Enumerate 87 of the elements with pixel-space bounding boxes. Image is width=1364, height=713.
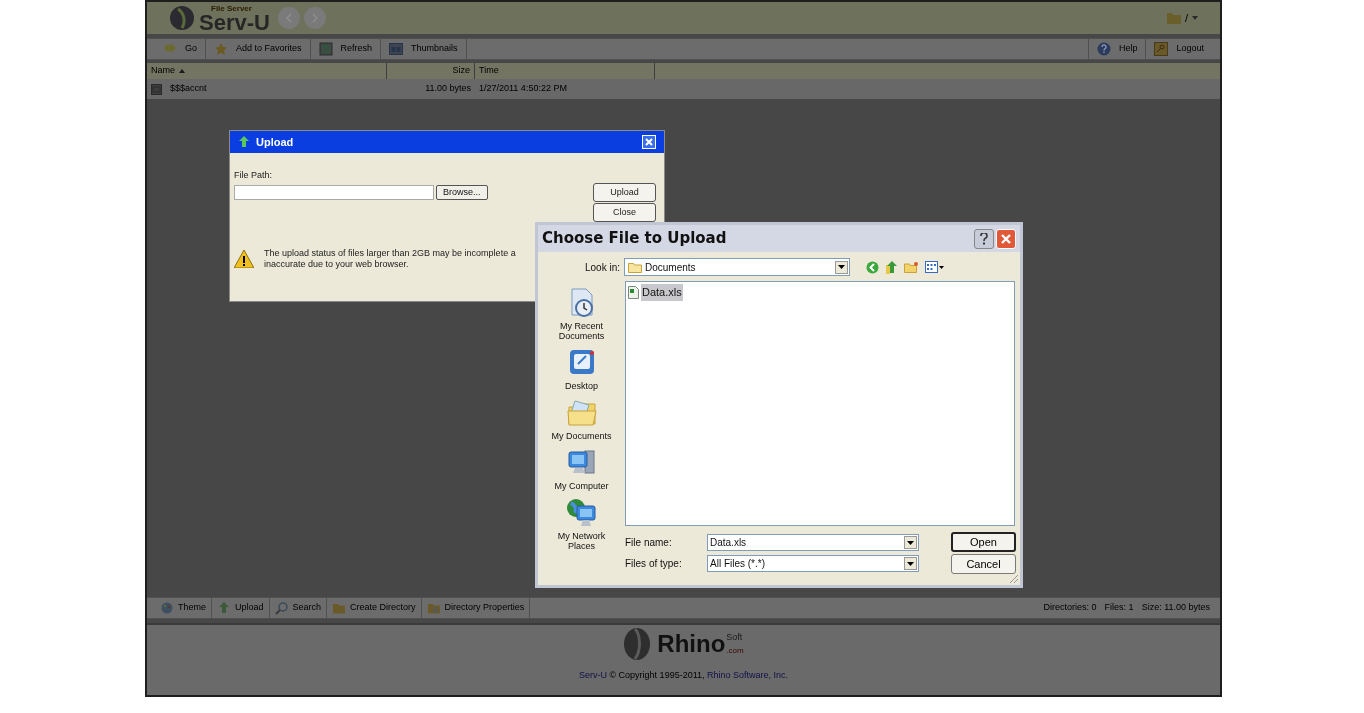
dialog-title: Choose File to Upload <box>542 228 727 250</box>
toolbar-button[interactable]: Logout <box>1145 39 1212 59</box>
resize-grip-icon <box>1009 574 1019 584</box>
places-item[interactable]: My Computer <box>546 447 617 491</box>
logo-caption: File Server <box>210 3 253 13</box>
up-folder-icon[interactable] <box>885 260 898 274</box>
dialog-button[interactable]: Close <box>593 203 656 222</box>
help-icon <box>1096 42 1111 56</box>
toolbar-button[interactable]: Theme <box>155 598 212 618</box>
file-name[interactable]: $$$accnt <box>170 82 207 96</box>
folder-icon <box>1166 12 1181 24</box>
dialog-title: Upload <box>256 134 294 150</box>
folder-icon <box>332 601 347 615</box>
refresh-icon <box>318 42 333 56</box>
places-item[interactable]: Desktop <box>546 347 617 391</box>
logo-superscript: Soft <box>726 632 743 642</box>
toolbar-button[interactable]: Upload <box>212 598 270 618</box>
dialog-button[interactable]: Cancel <box>951 554 1016 574</box>
places-item[interactable]: My Network Places <box>546 497 617 551</box>
current-path[interactable]: / <box>1184 9 1188 27</box>
arrow-icon <box>163 42 177 56</box>
folder-icon <box>628 261 642 273</box>
key-icon <box>1154 42 1169 56</box>
caret-icon <box>1192 16 1198 20</box>
help-icon <box>980 232 988 245</box>
places-item[interactable]: My Documents <box>546 397 617 441</box>
logo-suffix: .com <box>726 646 744 656</box>
file-name-field[interactable]: Data.xls <box>707 534 919 551</box>
field-label: File name: <box>625 536 673 550</box>
file-item[interactable]: Data.xls <box>628 284 1012 301</box>
logo-text: Rhino <box>657 632 726 656</box>
warning-text: inaccurate due to your web browser. <box>264 259 410 270</box>
status-text: Directories: 0 <box>1043 601 1097 615</box>
close-icon <box>1001 233 1011 244</box>
close-button[interactable] <box>996 228 1016 249</box>
network-computer-icon <box>564 497 599 529</box>
toolbar-button[interactable]: Search <box>269 598 328 618</box>
folder-icon <box>564 397 599 429</box>
warning-icon <box>234 250 254 268</box>
file-path-field[interactable] <box>234 184 434 200</box>
file-type-dropdown[interactable]: All Files (*.*) <box>707 555 919 572</box>
status-text: Files: 1 <box>1104 601 1134 615</box>
spreadsheet-icon <box>628 285 639 299</box>
dialog-button[interactable]: Open <box>951 532 1016 552</box>
browse-button[interactable]: Browse... <box>436 184 488 200</box>
dropdown-arrow-icon <box>907 540 914 545</box>
toolbar-button[interactable]: Thumbnails <box>381 39 467 59</box>
toolbar-button[interactable]: Create Directory <box>327 598 422 618</box>
status-text: Size: 11.00 bytes <box>1141 601 1210 615</box>
file-name[interactable]: Data.xls <box>641 284 683 301</box>
palette-icon <box>160 601 174 615</box>
close-button[interactable] <box>642 135 656 149</box>
back-icon[interactable] <box>866 260 879 274</box>
dropdown-arrow-icon <box>838 265 845 269</box>
close-icon <box>645 138 653 146</box>
copyright-text: Serv-U © Copyright 1995-2011, Rhino Software, Inc. <box>578 669 789 682</box>
field-label: Files of type: <box>625 557 683 571</box>
upload-icon <box>238 136 250 148</box>
footer-link[interactable]: Rhino Software, Inc. <box>707 670 789 680</box>
sort-icon <box>179 69 185 73</box>
look-in-label: Look in: <box>583 260 621 275</box>
warning-text: The upload status of files larger than 2GB may be incomplete a <box>264 248 516 259</box>
logo-icon <box>169 5 195 31</box>
toolbar-button[interactable]: Add to Favorites <box>206 39 311 59</box>
dropdown-arrow-icon <box>907 561 914 566</box>
folder-icon <box>426 601 441 615</box>
file-size: 11.00 bytes <box>424 82 472 96</box>
footer-link[interactable]: Serv-U <box>578 670 607 680</box>
search-icon <box>274 601 289 615</box>
toolbar-button[interactable]: Directory Properties <box>421 598 531 618</box>
dialog-button[interactable]: Upload <box>593 183 656 202</box>
star-icon <box>214 42 228 56</box>
file-icon <box>151 83 162 95</box>
help-button[interactable] <box>974 228 994 249</box>
toolbar-button[interactable]: Go <box>155 39 206 59</box>
view-menu-icon[interactable] <box>925 261 945 273</box>
file-time: 1/27/2011 4:50:22 PM <box>478 82 568 96</box>
places-item[interactable]: My Recent Documents <box>546 287 617 341</box>
thumbnails-icon <box>389 42 404 56</box>
new-folder-icon[interactable] <box>904 261 919 273</box>
upload-icon <box>217 601 231 615</box>
look-in-dropdown[interactable]: Documents <box>624 258 850 276</box>
field-label: File Path: <box>234 169 274 182</box>
toolbar-button[interactable]: Refresh <box>310 39 382 59</box>
logo-text: Serv-U <box>199 12 270 33</box>
logo-icon <box>623 627 652 661</box>
toolbar-button[interactable]: Help <box>1087 39 1146 59</box>
